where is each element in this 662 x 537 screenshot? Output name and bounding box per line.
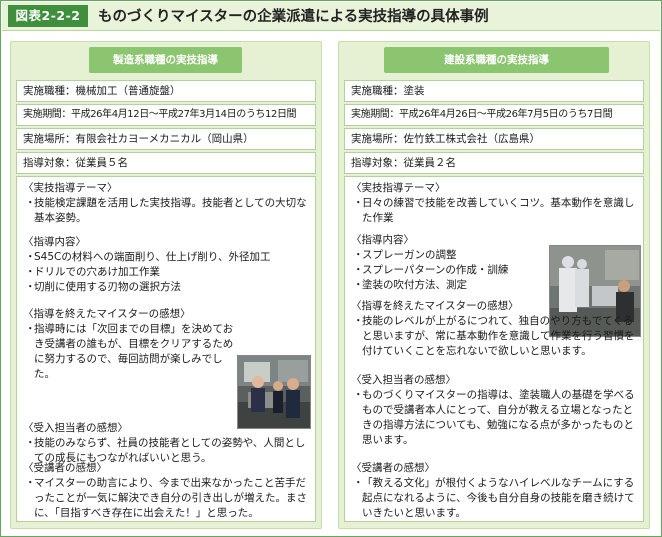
list-item: ・技能のレベルが上がるにつれて、独自のやり方もでてくると思いますが、常に基本動作…	[353, 315, 635, 357]
figure-frame: 図表2-2-2 ものづくりマイスターの企業派遣による実技指導の具体事例 製造系職…	[0, 0, 662, 537]
bullet: ・	[25, 251, 36, 263]
content-section: 〈指導内容〉 ・ S45Cの材料への端面削り、仕上げ削り、外径加工 ・ドリルでの穴…	[23, 235, 313, 295]
list-item: ・ものづくりマイスターの指導は、塗装職人の基礎を学べるもので受講者本人にとって、…	[353, 389, 635, 446]
bullet: ・	[25, 197, 36, 209]
period-row: 実施期間：平成26年4月26日〜平成26年7月5日のうち7日間	[344, 104, 644, 126]
impression-title: 〈指導を終えたマイスターの感想〉	[351, 300, 519, 312]
trainee-title: 〈受講者の感想〉	[351, 462, 435, 474]
impression-section: 〈指導を終えたマイスターの感想〉 ・指導時には「次回までの目標」を決めておき受講…	[23, 307, 235, 382]
bullet: ・	[353, 279, 364, 291]
theme-section: 〈実技指導テーマ〉 ・技能検定課題を活用した実技指導。技能者としての大切な基本姿…	[23, 181, 313, 226]
lathe-training-photo	[237, 355, 311, 429]
list-item: ・スプレーパターンの作成・訓練	[353, 264, 509, 276]
bullet: ・	[25, 323, 36, 335]
figure-title: ものづくりマイスターの企業派遣による実技指導の具体事例	[98, 9, 489, 25]
list-item: ・「教える文化」が根付くようなハイレベルなチームにする起点になれるように、今後も…	[353, 477, 635, 519]
content-title: 〈指導内容〉	[351, 234, 414, 246]
trainee-title: 〈受講者の感想〉	[23, 462, 107, 474]
figure-header: 図表2-2-2 ものづくりマイスターの企業派遣による実技指導の具体事例	[2, 2, 660, 31]
target-row: 指導対象：従業員２名	[344, 152, 644, 174]
theme-section: 〈実技指導テーマ〉 ・日々の練習で技能を改善していくコツ。基本動作を意識した作業	[351, 181, 641, 226]
manufacturing-panel: 製造系職種の実技指導 実施職種：機械加工（普通旋盤） 実施期間：平成26年4月1…	[10, 41, 322, 529]
list-item: ・日々の練習で技能を改善していくコツ。基本動作を意識した作業	[353, 197, 635, 224]
construction-details: 〈実技指導テーマ〉 ・日々の練習で技能を改善していくコツ。基本動作を意識した作業…	[344, 176, 644, 522]
occupation-row: 実施職種：塗装	[344, 80, 644, 102]
list-item: ・ドリルでの穴あけ加工作業	[25, 266, 160, 278]
list-item: ・指導時には「次回までの目標」を決めておき受講者の誰もが、目標をクリアするために…	[25, 323, 234, 380]
bullet: ・	[353, 197, 364, 209]
content-title: 〈指導内容〉	[23, 236, 86, 248]
bullet: ・	[353, 315, 364, 327]
list-item: ・塗装の吹付方法、測定	[353, 279, 467, 291]
location-row: 実施場所：佐竹鉄工株式会社（広島県）	[344, 128, 644, 150]
construction-panel: 建設系職種の実技指導 実施職種：塗装 実施期間：平成26年4月26日〜平成26年…	[338, 41, 650, 529]
content-section: 〈指導内容〉 ・スプレーガンの調整 ・スプレーパターンの作成・訓練 ・塗装の吹付…	[351, 233, 551, 293]
bullet: ・	[25, 281, 36, 293]
trainee-section: 〈受講者の感想〉 ・「教える文化」が根付くようなハイレベルなチームにする起点にな…	[351, 461, 641, 521]
manager-section: 〈受入担当者の感想〉 ・技能のみならず、社員の技能者としての姿勢や、人間としての…	[23, 421, 313, 466]
impression-title: 〈指導を終えたマイスターの感想〉	[23, 308, 191, 320]
period-row: 実施期間：平成26年4月12日〜平成27年3月14日のうち12日間	[16, 104, 316, 126]
trainee-section: 〈受講者の感想〉 ・マイスターの助言により、今まで出来なかったこと苦手だったこと…	[23, 461, 313, 521]
construction-panel-heading: 建設系職種の実技指導	[384, 47, 609, 73]
list-item: ・切削に使用する刃物の選択方法	[25, 281, 181, 293]
target-row: 指導対象：従業員５名	[16, 152, 316, 174]
theme-title: 〈実技指導テーマ〉	[351, 182, 446, 194]
manager-title: 〈受入担当者の感想〉	[351, 374, 456, 386]
theme-title: 〈実技指導テーマ〉	[23, 182, 118, 194]
figure-number: 図表2-2-2	[8, 5, 88, 27]
manager-title: 〈受入担当者の感想〉	[23, 422, 128, 434]
list-item: ・スプレーガンの調整	[353, 249, 457, 261]
manufacturing-details: 〈実技指導テーマ〉 ・技能検定課題を活用した実技指導。技能者としての大切な基本姿…	[16, 176, 316, 522]
bullet: ・	[353, 264, 364, 276]
list-item: ・マイスターの助言により、今まで出来なかったこと苦手だったことが一気に解決でき自…	[25, 477, 307, 519]
impression-section: 〈指導を終えたマイスターの感想〉 ・技能のレベルが上がるにつれて、独自のやり方も…	[351, 299, 641, 359]
bullet: ・	[353, 249, 364, 261]
bullet: ・	[25, 266, 36, 278]
list-item: ・ S45Cの材料への端面削り、仕上げ削り、外径加工	[25, 251, 271, 263]
location-row: 実施場所：有限会社カヨーメカニカル（岡山県）	[16, 128, 316, 150]
manager-section: 〈受入担当者の感想〉 ・ものづくりマイスターの指導は、塗装職人の基礎を学べるもの…	[351, 373, 641, 448]
manufacturing-panel-heading: 製造系職種の実技指導	[89, 47, 242, 73]
bullet: ・	[353, 389, 364, 401]
bullet: ・	[353, 477, 364, 489]
occupation-row: 実施職種：機械加工（普通旋盤）	[16, 80, 316, 102]
list-item: ・技能検定課題を活用した実技指導。技能者としての大切な基本姿勢。	[25, 197, 307, 224]
bullet: ・	[25, 477, 36, 489]
